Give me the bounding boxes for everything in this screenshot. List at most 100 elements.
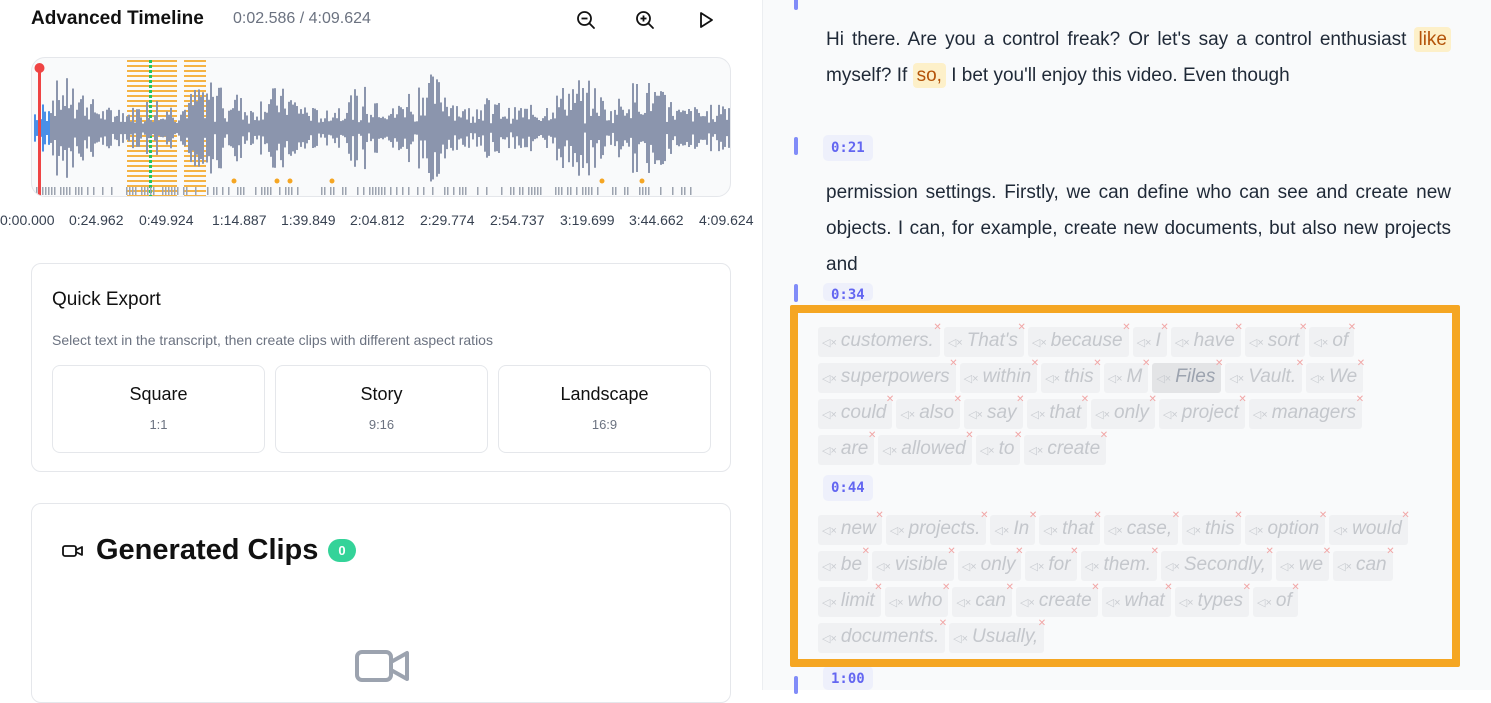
deleted-word-chip[interactable]: ◁× sort ✕ xyxy=(1244,322,1307,357)
remove-icon[interactable]: ✕ xyxy=(1014,430,1022,441)
remove-icon[interactable]: ✕ xyxy=(1016,394,1024,405)
remove-icon[interactable]: ✕ xyxy=(874,582,882,593)
transcript-paragraph-1[interactable]: Hi there. Are you a control freak? Or le… xyxy=(826,22,1451,94)
remove-icon[interactable]: ✕ xyxy=(1148,394,1156,405)
timestamp-0-34[interactable]: 0:34 xyxy=(823,283,873,301)
remove-icon[interactable]: ✕ xyxy=(1291,582,1299,593)
remove-icon[interactable]: ✕ xyxy=(933,322,941,333)
square-ratio-button[interactable]: Square 1:1 xyxy=(52,365,265,453)
waveform[interactable] xyxy=(31,57,731,197)
deleted-word-chip[interactable]: ◁× that ✕ xyxy=(1039,510,1102,545)
remove-icon[interactable]: ✕ xyxy=(1319,510,1327,521)
remove-icon[interactable]: ✕ xyxy=(1006,582,1014,593)
remove-icon[interactable]: ✕ xyxy=(1323,546,1331,557)
remove-icon[interactable]: ✕ xyxy=(1031,358,1039,369)
remove-icon[interactable]: ✕ xyxy=(954,394,962,405)
deleted-word-chip[interactable]: ◁× within ✕ xyxy=(959,358,1039,393)
remove-icon[interactable]: ✕ xyxy=(868,430,876,441)
remove-icon[interactable]: ✕ xyxy=(1151,546,1159,557)
deleted-word-chip[interactable]: ◁× for ✕ xyxy=(1025,546,1079,581)
deleted-word-chip[interactable]: ◁× projects. ✕ xyxy=(885,510,988,545)
remove-icon[interactable]: ✕ xyxy=(1017,322,1025,333)
deleted-word-chip[interactable]: ◁× have ✕ xyxy=(1170,322,1243,357)
remove-icon[interactable]: ✕ xyxy=(949,358,957,369)
deleted-word-chip[interactable]: ◁× could ✕ xyxy=(818,394,894,429)
remove-icon[interactable]: ✕ xyxy=(875,510,883,521)
deleted-word-chip[interactable]: ◁× only ✕ xyxy=(1091,394,1157,429)
deleted-word-chip[interactable]: ◁× In ✕ xyxy=(990,510,1037,545)
remove-icon[interactable]: ✕ xyxy=(1160,322,1168,333)
story-ratio-button[interactable]: Story 9:16 xyxy=(275,365,488,453)
remove-icon[interactable]: ✕ xyxy=(1356,394,1364,405)
remove-icon[interactable]: ✕ xyxy=(1296,358,1304,369)
remove-icon[interactable]: ✕ xyxy=(1234,322,1242,333)
deleted-word-chip[interactable]: ◁× can ✕ xyxy=(1333,546,1395,581)
remove-icon[interactable]: ✕ xyxy=(1348,322,1356,333)
deleted-word-chip[interactable]: ◁× limit ✕ xyxy=(818,582,883,617)
deleted-word-chip[interactable]: ◁× Secondly, ✕ xyxy=(1160,546,1274,581)
deleted-word-chip[interactable]: ◁× this ✕ xyxy=(1182,510,1243,545)
remove-icon[interactable]: ✕ xyxy=(965,430,973,441)
highlighted-word[interactable]: so, xyxy=(912,63,946,88)
highlighted-word[interactable]: like xyxy=(1414,27,1451,52)
remove-icon[interactable]: ✕ xyxy=(939,618,947,629)
remove-icon[interactable]: ✕ xyxy=(862,546,870,557)
remove-icon[interactable]: ✕ xyxy=(1172,510,1180,521)
remove-icon[interactable]: ✕ xyxy=(1299,322,1307,333)
timestamp-1-00[interactable]: 1:00 xyxy=(823,666,873,690)
deleted-word-chip[interactable]: ◁× create ✕ xyxy=(1015,582,1100,617)
remove-icon[interactable]: ✕ xyxy=(1093,358,1101,369)
remove-icon[interactable]: ✕ xyxy=(1238,394,1246,405)
remove-icon[interactable]: ✕ xyxy=(1215,358,1223,369)
deleted-word-chip[interactable]: ◁× option ✕ xyxy=(1244,510,1327,545)
deleted-word-chip[interactable]: ◁× Files ✕ xyxy=(1152,358,1223,393)
remove-icon[interactable]: ✕ xyxy=(980,510,988,521)
deleted-word-chip[interactable]: ◁× case, ✕ xyxy=(1103,510,1180,545)
deleted-word-chip[interactable]: ◁× to ✕ xyxy=(975,430,1022,465)
remove-icon[interactable]: ✕ xyxy=(1266,546,1274,557)
deleted-word-chip[interactable]: ◁× we ✕ xyxy=(1275,546,1331,581)
deleted-word-chip[interactable]: ◁× them. ✕ xyxy=(1080,546,1159,581)
deleted-word-chip[interactable]: ◁× of ✕ xyxy=(1309,322,1356,357)
deleted-word-chip[interactable]: ◁× superpowers ✕ xyxy=(818,358,958,393)
remove-icon[interactable]: ✕ xyxy=(1091,582,1099,593)
deleted-word-chip[interactable]: ◁× allowed ✕ xyxy=(878,430,974,465)
deleted-word-chip[interactable]: ◁× project ✕ xyxy=(1158,394,1247,429)
deleted-word-chip[interactable]: ◁× managers ✕ xyxy=(1248,394,1364,429)
zoom-in-button[interactable] xyxy=(632,7,658,33)
transcript-paragraph-2[interactable]: permission settings. Firstly, we can def… xyxy=(826,175,1451,283)
remove-icon[interactable]: ✕ xyxy=(1164,582,1172,593)
remove-icon[interactable]: ✕ xyxy=(1357,358,1365,369)
remove-icon[interactable]: ✕ xyxy=(1234,510,1242,521)
remove-icon[interactable]: ✕ xyxy=(1093,510,1101,521)
waveform-graphic[interactable] xyxy=(32,58,731,197)
deleted-word-chip[interactable]: ◁× Vault. ✕ xyxy=(1225,358,1304,393)
play-button[interactable] xyxy=(693,7,719,33)
deleted-word-chip[interactable]: ◁× M ✕ xyxy=(1103,358,1150,393)
remove-icon[interactable]: ✕ xyxy=(1100,430,1108,441)
deleted-word-chip[interactable]: ◁× this ✕ xyxy=(1041,358,1102,393)
remove-icon[interactable]: ✕ xyxy=(1015,546,1023,557)
remove-icon[interactable]: ✕ xyxy=(1122,322,1130,333)
deleted-word-chip[interactable]: ◁× that ✕ xyxy=(1026,394,1089,429)
deleted-word-chip[interactable]: ◁× visible ✕ xyxy=(872,546,956,581)
deleted-word-chip[interactable]: ◁× only ✕ xyxy=(957,546,1023,581)
deleted-word-chip[interactable]: ◁× because ✕ xyxy=(1027,322,1131,357)
remove-icon[interactable]: ✕ xyxy=(1142,358,1150,369)
remove-icon[interactable]: ✕ xyxy=(942,582,950,593)
deleted-word-chip[interactable]: ◁× new ✕ xyxy=(818,510,884,545)
deleted-word-chip[interactable]: ◁× also ✕ xyxy=(896,394,962,429)
remove-icon[interactable]: ✕ xyxy=(1386,546,1394,557)
remove-icon[interactable]: ✕ xyxy=(1081,394,1089,405)
deleted-word-chip[interactable]: ◁× can ✕ xyxy=(952,582,1014,617)
deleted-word-chip[interactable]: ◁× create ✕ xyxy=(1024,430,1108,465)
deleted-word-chip[interactable]: ◁× be ✕ xyxy=(818,546,870,581)
deleted-word-chip[interactable]: ◁× who ✕ xyxy=(884,582,950,617)
remove-icon[interactable]: ✕ xyxy=(886,394,894,405)
deleted-word-chip[interactable]: ◁× what ✕ xyxy=(1101,582,1173,617)
remove-icon[interactable]: ✕ xyxy=(1038,618,1046,629)
deleted-word-chip[interactable]: ◁× are ✕ xyxy=(818,430,876,465)
deleted-word-chip[interactable]: ◁× types ✕ xyxy=(1174,582,1251,617)
deleted-word-chip[interactable]: ◁× customers. ✕ xyxy=(818,322,942,357)
deleted-word-chip[interactable]: ◁× say ✕ xyxy=(964,394,1025,429)
